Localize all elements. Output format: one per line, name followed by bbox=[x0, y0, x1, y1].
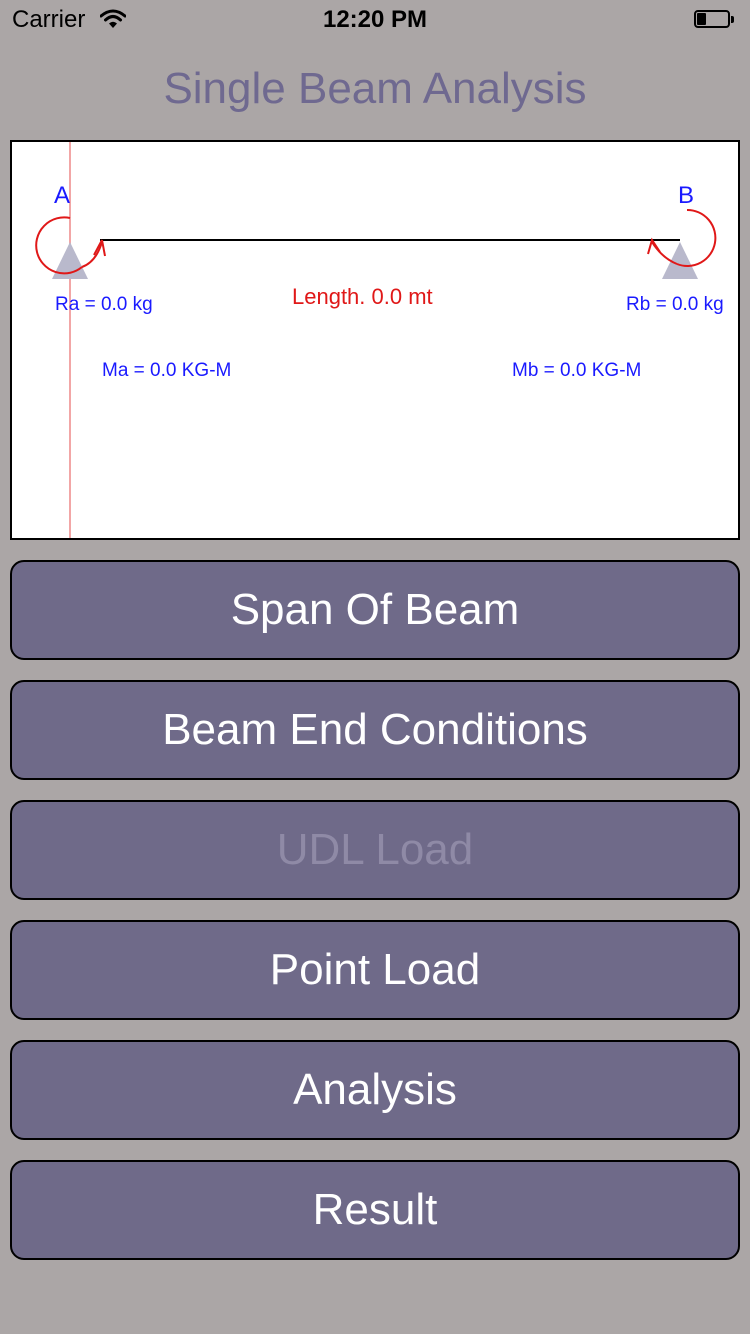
beam-diagram-canvas bbox=[35, 142, 717, 538]
reaction-a-label: Ra = 0.0 kg bbox=[55, 294, 153, 315]
span-of-beam-button[interactable]: Span Of Beam bbox=[10, 560, 740, 660]
beam-end-conditions-button[interactable]: Beam End Conditions bbox=[10, 680, 740, 780]
beam-diagram: A B Ra = 0.0 kg Length. 0.0 mt Rb = 0.0 … bbox=[10, 140, 740, 540]
support-b-label: B bbox=[678, 182, 695, 209]
point-load-button[interactable]: Point Load bbox=[10, 920, 740, 1020]
support-a-label: A bbox=[54, 182, 71, 209]
reaction-b-label: Rb = 0.0 kg bbox=[626, 294, 724, 315]
status-time: 12:20 PM bbox=[322, 6, 428, 33]
moment-a-label: Ma = 0.0 KG-M bbox=[102, 360, 232, 381]
moment-b-label: Mb = 0.0 KG-M bbox=[512, 360, 642, 381]
support-b-icon bbox=[662, 242, 698, 279]
result-button[interactable]: Result bbox=[10, 1160, 740, 1260]
length-label: Length. 0.0 mt bbox=[292, 284, 433, 309]
status-bar: Carrier 12:20 PM bbox=[0, 0, 750, 40]
udl-load-button[interactable]: UDL Load bbox=[10, 800, 740, 900]
analysis-button[interactable]: Analysis bbox=[10, 1040, 740, 1140]
battery-icon bbox=[694, 10, 736, 30]
page-title: Single Beam Analysis bbox=[163, 64, 587, 113]
